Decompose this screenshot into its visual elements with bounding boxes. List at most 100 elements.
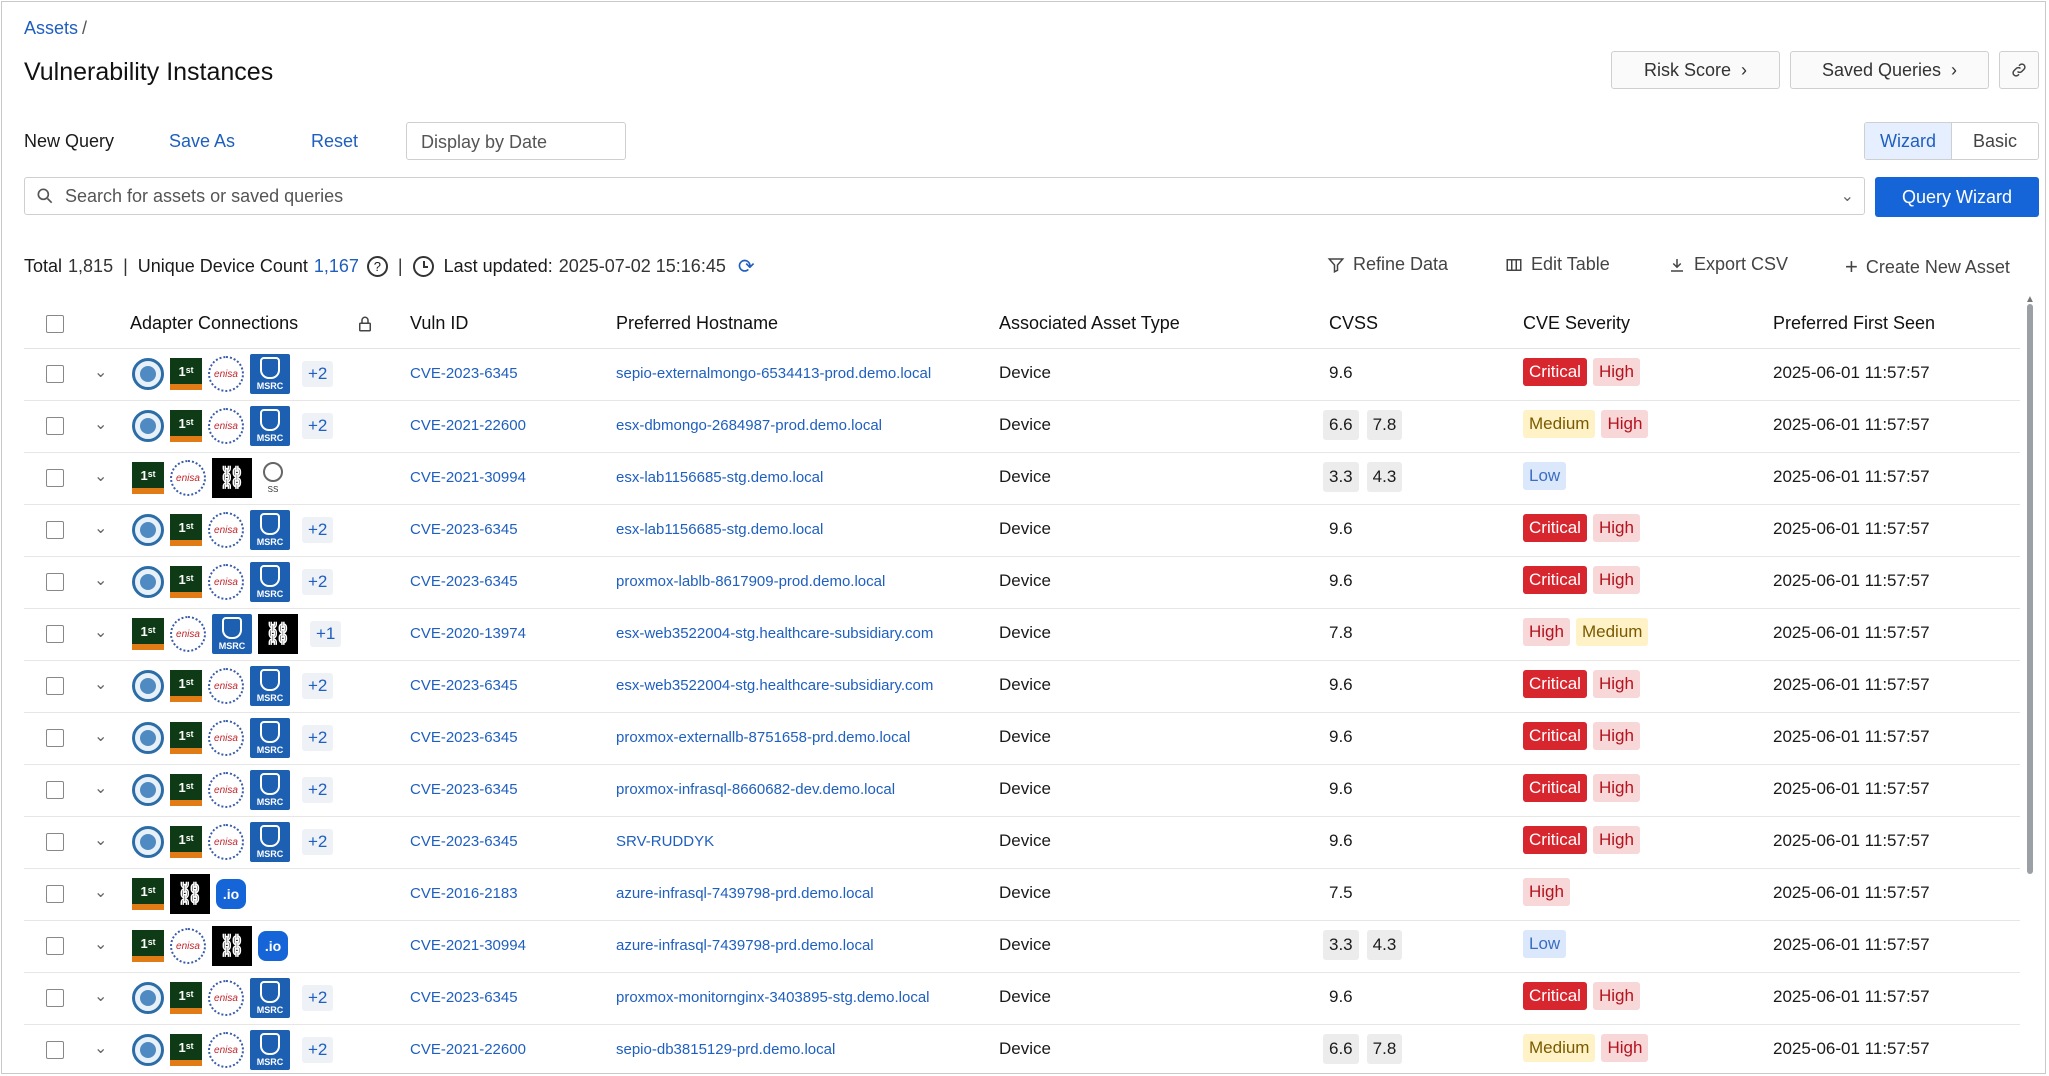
- vuln-id-link[interactable]: CVE-2023-6345: [410, 833, 518, 850]
- row-checkbox[interactable]: [46, 1041, 64, 1059]
- help-icon[interactable]: ?: [366, 256, 388, 277]
- col-cve-severity[interactable]: CVE Severity: [1523, 313, 1630, 334]
- expand-row-chevron-icon[interactable]: ⌄: [94, 830, 107, 850]
- hostname-link[interactable]: proxmox-externallb-8751658-prd.demo.loca…: [616, 729, 910, 746]
- expand-row-chevron-icon[interactable]: ⌄: [94, 778, 107, 798]
- col-cvss[interactable]: CVSS: [1329, 313, 1378, 334]
- col-associated-asset-type[interactable]: Associated Asset Type: [999, 313, 1180, 334]
- more-adapters-badge[interactable]: +2: [302, 829, 334, 855]
- save-as-link[interactable]: Save As: [169, 131, 235, 152]
- table-row[interactable]: ⌄ 1ˢᵗ enisa MSRC +2 CVE-2023-6345 proxmox-exte…: [24, 712, 2020, 765]
- more-adapters-badge[interactable]: +2: [302, 673, 334, 699]
- row-checkbox[interactable]: [46, 417, 64, 435]
- row-checkbox[interactable]: [46, 573, 64, 591]
- reset-link[interactable]: Reset: [311, 131, 358, 152]
- vuln-id-link[interactable]: CVE-2023-6345: [410, 573, 518, 590]
- breadcrumb-assets-link[interactable]: Assets: [24, 18, 78, 38]
- chevron-down-icon[interactable]: ⌄: [1841, 186, 1854, 206]
- risk-score-button[interactable]: Risk Score ›: [1611, 51, 1780, 89]
- vuln-id-link[interactable]: CVE-2021-30994: [410, 469, 526, 486]
- expand-row-chevron-icon[interactable]: ⌄: [94, 570, 107, 590]
- more-adapters-badge[interactable]: +2: [302, 569, 334, 595]
- expand-row-chevron-icon[interactable]: ⌄: [94, 1038, 107, 1058]
- vuln-id-link[interactable]: CVE-2023-6345: [410, 365, 518, 382]
- vuln-id-link[interactable]: CVE-2021-22600: [410, 1041, 526, 1058]
- hostname-link[interactable]: SRV-RUDDYK: [616, 833, 714, 850]
- vuln-id-link[interactable]: CVE-2023-6345: [410, 521, 518, 538]
- more-adapters-badge[interactable]: +2: [302, 361, 334, 387]
- scroll-thumb[interactable]: [2027, 304, 2033, 874]
- table-row[interactable]: ⌄ 1ˢᵗ enisa MSRC +2 CVE-2023-6345 sepio-extern…: [24, 348, 2020, 401]
- vuln-id-link[interactable]: CVE-2023-6345: [410, 781, 518, 798]
- table-row[interactable]: ⌄ 1ˢᵗ enisa MSRC +2 CVE-2021-22600 esx-dbmongo…: [24, 400, 2020, 453]
- row-checkbox[interactable]: [46, 729, 64, 747]
- col-adapter-connections[interactable]: Adapter Connections: [130, 313, 298, 334]
- vuln-id-link[interactable]: CVE-2020-13974: [410, 625, 526, 642]
- edit-table-button[interactable]: Edit Table: [1505, 254, 1610, 275]
- vuln-id-link[interactable]: CVE-2016-2183: [410, 885, 518, 902]
- more-adapters-badge[interactable]: +2: [302, 725, 334, 751]
- display-by-date-field[interactable]: Display by Date: [406, 122, 626, 160]
- expand-row-chevron-icon[interactable]: ⌄: [94, 934, 107, 954]
- table-row[interactable]: ⌄ 1ˢᵗ enisa MSRC +2 CVE-2023-6345 proxmox-moni…: [24, 972, 2020, 1025]
- search-input[interactable]: Search for assets or saved queries ⌄: [24, 177, 1865, 215]
- select-all-checkbox[interactable]: [46, 315, 64, 333]
- row-checkbox[interactable]: [46, 625, 64, 643]
- export-csv-button[interactable]: Export CSV: [1668, 254, 1788, 275]
- row-checkbox[interactable]: [46, 937, 64, 955]
- col-vuln-id[interactable]: Vuln ID: [410, 313, 468, 334]
- table-row[interactable]: ⌄ 1ˢᵗ enisa MSRC +2 CVE-2021-22600 sepio-db381…: [24, 1024, 2020, 1073]
- col-preferred-hostname[interactable]: Preferred Hostname: [616, 313, 778, 334]
- copy-link-button[interactable]: [1999, 51, 2039, 89]
- table-row[interactable]: ⌄ 1ˢᵗ ⛓ .io CVE-2016-2183 azure-infrasql-7439…: [24, 868, 2020, 921]
- row-checkbox[interactable]: [46, 885, 64, 903]
- wizard-mode-tab[interactable]: Wizard: [1865, 123, 1952, 159]
- more-adapters-badge[interactable]: +2: [302, 777, 334, 803]
- vuln-id-link[interactable]: CVE-2021-30994: [410, 937, 526, 954]
- expand-row-chevron-icon[interactable]: ⌄: [94, 882, 107, 902]
- hostname-link[interactable]: esx-web3522004-stg.healthcare-subsidiary…: [616, 625, 933, 642]
- col-preferred-first-seen[interactable]: Preferred First Seen: [1773, 313, 1935, 334]
- row-checkbox[interactable]: [46, 989, 64, 1007]
- more-adapters-badge[interactable]: +2: [302, 985, 334, 1011]
- saved-queries-button[interactable]: Saved Queries ›: [1790, 51, 1989, 89]
- more-adapters-badge[interactable]: +1: [310, 621, 342, 647]
- table-row[interactable]: ⌄ 1ˢᵗ enisa MSRC +2 CVE-2023-6345 proxmox-infr…: [24, 764, 2020, 817]
- table-row[interactable]: ⌄ 1ˢᵗ enisa ⛓ .io CVE-2021-30994 azure-infrasq…: [24, 920, 2020, 973]
- more-adapters-badge[interactable]: +2: [302, 1037, 334, 1063]
- hostname-link[interactable]: sepio-db3815129-prd.demo.local: [616, 1041, 835, 1058]
- basic-mode-tab[interactable]: Basic: [1952, 123, 2038, 159]
- expand-row-chevron-icon[interactable]: ⌄: [94, 518, 107, 538]
- row-checkbox[interactable]: [46, 677, 64, 695]
- hostname-link[interactable]: azure-infrasql-7439798-prd.demo.local: [616, 937, 874, 954]
- row-checkbox[interactable]: [46, 521, 64, 539]
- expand-row-chevron-icon[interactable]: ⌄: [94, 622, 107, 642]
- more-adapters-badge[interactable]: +2: [302, 413, 334, 439]
- hostname-link[interactable]: proxmox-lablb-8617909-prod.demo.local: [616, 573, 885, 590]
- hostname-link[interactable]: esx-lab1156685-stg.demo.local: [616, 521, 823, 538]
- table-row[interactable]: ⌄ 1ˢᵗ enisa MSRC +2 CVE-2023-6345 SRV-RUDDYK De…: [24, 816, 2020, 869]
- refine-data-button[interactable]: Refine Data: [1327, 254, 1448, 275]
- vuln-id-link[interactable]: CVE-2023-6345: [410, 729, 518, 746]
- expand-row-chevron-icon[interactable]: ⌄: [94, 726, 107, 746]
- more-adapters-badge[interactable]: +2: [302, 517, 334, 543]
- hostname-link[interactable]: proxmox-monitornginx-3403895-stg.demo.lo…: [616, 989, 930, 1006]
- hostname-link[interactable]: esx-web3522004-stg.healthcare-subsidiary…: [616, 677, 933, 694]
- expand-row-chevron-icon[interactable]: ⌄: [94, 986, 107, 1006]
- hostname-link[interactable]: sepio-externalmongo-6534413-prod.demo.lo…: [616, 365, 931, 382]
- unique-device-value[interactable]: 1,167: [314, 256, 359, 277]
- hostname-link[interactable]: esx-lab1156685-stg.demo.local: [616, 469, 823, 486]
- vertical-scrollbar[interactable]: ▲: [2025, 294, 2035, 1068]
- row-checkbox[interactable]: [46, 833, 64, 851]
- expand-row-chevron-icon[interactable]: ⌄: [94, 362, 107, 382]
- table-row[interactable]: ⌄ 1ˢᵗ enisa MSRC +2 CVE-2023-6345 proxmox-labl…: [24, 556, 2020, 609]
- query-wizard-button[interactable]: Query Wizard: [1875, 177, 2039, 217]
- hostname-link[interactable]: azure-infrasql-7439798-prd.demo.local: [616, 885, 874, 902]
- hostname-link[interactable]: proxmox-infrasql-8660682-dev.demo.local: [616, 781, 895, 798]
- vuln-id-link[interactable]: CVE-2023-6345: [410, 677, 518, 694]
- table-row[interactable]: ⌄ 1ˢᵗ enisa MSRC +2 CVE-2023-6345 esx-lab11566…: [24, 504, 2020, 557]
- table-row[interactable]: ⌄ 1ˢᵗ enisa MSRC +2 CVE-2023-6345 esx-web35220…: [24, 660, 2020, 713]
- row-checkbox[interactable]: [46, 781, 64, 799]
- refresh-icon[interactable]: ⟳: [738, 254, 755, 279]
- hostname-link[interactable]: esx-dbmongo-2684987-prod.demo.local: [616, 417, 882, 434]
